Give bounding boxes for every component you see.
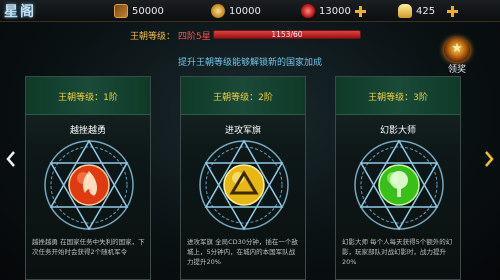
bonus-card-1[interactable]: 王朝等级：1阶 越挫越勇 越挫越勇 在国家任务中失利的国家，下次任务开始时会获得… — [25, 76, 151, 280]
ruby-icon — [301, 4, 315, 18]
resource-value: 10000 — [229, 5, 261, 17]
dynasty-level-value: 四阶5星 — [178, 32, 211, 42]
gold-ingot-icon — [398, 4, 412, 18]
card-description: 越挫越勇 在国家任务中失利的国家，下次任务开始时会获得2个随机军令 — [32, 238, 145, 256]
chevron-left-icon[interactable] — [6, 150, 16, 168]
card-level-label: 王朝等级：1阶 — [58, 93, 118, 103]
card-level-label: 王朝等级：3阶 — [368, 93, 428, 103]
flame-icon — [44, 139, 134, 231]
card-description: 幻影大师 每个人每天获得5个额外的幻影，玩家部队对战幻影时，战力提升20% — [342, 238, 453, 266]
resource-ruby: 13000 — [301, 3, 366, 19]
page-title: 星阁 — [4, 4, 36, 20]
resource-gems: 50000 — [114, 3, 164, 19]
tree-icon — [354, 139, 444, 231]
add-ruby-button[interactable] — [354, 5, 366, 17]
bonus-card-2[interactable]: 王朝等级：2阶 进攻军旗 进攻军旗 全局CD30分钟，插在一个敌城上，5分钟内，… — [180, 76, 306, 280]
card-header: 王朝等级：2阶 — [181, 77, 305, 115]
chevron-right-icon[interactable] — [484, 150, 494, 168]
star-pavilion-screen: 星阁 50000 10000 13000 425 王朝等级： 四阶5星 1153… — [0, 0, 500, 280]
gem-chest-icon — [114, 4, 128, 18]
top-bar: 星阁 50000 10000 13000 425 — [0, 0, 500, 22]
triangle-flag-icon — [199, 139, 289, 231]
resource-value: 50000 — [132, 5, 164, 17]
progress-text: 1153/60 — [271, 30, 303, 39]
unlock-hint: 提升王朝等级能够解锁新的国家加成 — [177, 58, 322, 68]
copper-coin-icon — [211, 4, 225, 18]
dynasty-progress-bar: 1153/60 — [213, 30, 361, 39]
card-header: 王朝等级：1阶 — [26, 77, 150, 115]
dynasty-level-label: 王朝等级： — [130, 32, 176, 42]
card-description: 进攻军旗 全局CD30分钟，插在一个敌城上，5分钟内，在城内的本国军队战力提升2… — [187, 238, 298, 266]
bonus-card-3[interactable]: 王朝等级：3阶 幻影大师 幻影大师 每个人每天获得5个额外的幻影，玩家部队对战幻… — [335, 76, 461, 280]
resource-value: 13000 — [319, 5, 351, 17]
add-ingot-button[interactable] — [447, 5, 459, 17]
resource-ingot: 425 — [398, 3, 459, 19]
resource-value: 425 — [416, 5, 436, 17]
resource-copper: 10000 — [211, 3, 261, 19]
card-level-label: 王朝等级：2阶 — [213, 93, 273, 103]
card-header: 王朝等级：3阶 — [336, 77, 460, 115]
